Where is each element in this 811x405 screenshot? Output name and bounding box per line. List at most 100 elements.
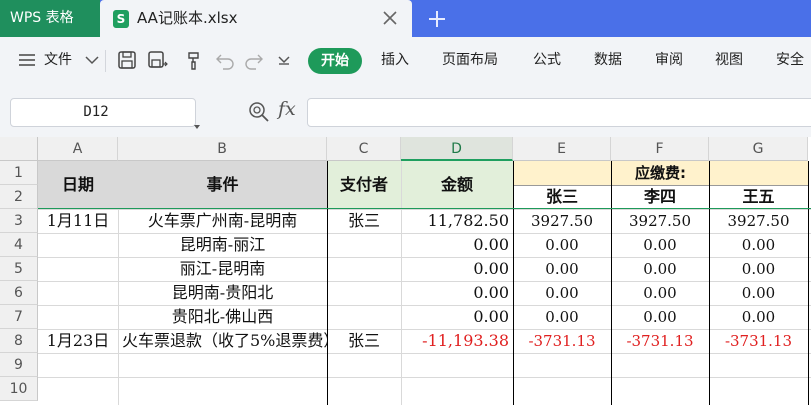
row-header-4[interactable]: 4 [0,233,38,257]
cell-date[interactable]: 1月23日 [38,329,118,353]
cell-event[interactable]: 丽江-昆明南 [118,257,327,281]
cell-payer[interactable] [327,281,401,305]
cell-share[interactable]: 0.00 [513,281,611,305]
tab-data[interactable]: 数据 [594,37,622,84]
column-header-d[interactable]: D [401,137,513,161]
name-box[interactable]: D12 [10,98,200,129]
header-amount: 金额 [440,175,473,194]
cell-share[interactable]: -3731.13 [513,329,611,353]
save-as-icon[interactable] [146,49,168,71]
cell-amount[interactable]: 0.00 [401,257,513,281]
toolbar-divider [105,50,106,72]
cell-date[interactable]: 1月11日 [38,209,118,233]
format-painter-icon[interactable] [184,49,206,71]
spreadsheet-grid[interactable]: ABCDEFG 1 2 3 4 5 6 7 8 9 10 日期 事件 支付者 金额 应缴费: 张三 李四 王五 1… [0,137,811,405]
cell-payer[interactable] [327,257,401,281]
cell-event[interactable]: 火车票广州南-昆明南 [118,209,327,233]
formula-input[interactable] [307,98,811,127]
tab-view[interactable]: 视图 [715,37,743,84]
file-menu[interactable]: 文件 [44,37,72,84]
cell-amount[interactable]: 0.00 [401,281,513,305]
cell-share[interactable]: 0.00 [513,233,611,257]
header-person: 张三 [545,187,578,206]
grid-hline [38,377,811,378]
cell-share[interactable]: 3927.50 [709,209,808,233]
cell-date[interactable] [38,257,118,281]
row-header-8[interactable]: 8 [0,329,38,353]
cell-event[interactable]: 贵阳北-佛山西 [118,305,327,329]
cell-share[interactable]: -3731.13 [709,329,808,353]
column-header-b[interactable]: B [118,137,327,161]
cell-share[interactable]: 0.00 [709,233,808,257]
redo-icon[interactable] [243,49,265,71]
row-header-6[interactable]: 6 [0,281,38,305]
tab-bar: WPS 表格 S AA记账本.xlsx [0,0,811,37]
grid-hline [38,353,811,354]
cell-event[interactable]: 火车票退款（收了5%退票费） [118,329,327,353]
column-header-e[interactable]: E [513,137,611,161]
close-icon[interactable] [380,8,400,28]
new-tab-plus-icon[interactable] [425,7,449,31]
cell-amount[interactable]: 11,782.50 [401,209,513,233]
name-box-dropdown-icon[interactable] [194,125,200,129]
cell-share[interactable]: 0.00 [513,305,611,329]
cell-share[interactable]: -3731.13 [611,329,709,353]
tab-insert[interactable]: 插入 [381,37,409,84]
tab-security[interactable]: 安全 [776,37,804,84]
cell-share[interactable]: 0.00 [709,281,808,305]
cell-share[interactable]: 0.00 [611,257,709,281]
cell-payer[interactable] [327,233,401,257]
cell-share[interactable]: 3927.50 [611,209,709,233]
ribbon-toolbar: 文件 开始 插入 页面布局 公式 数据 审阅 视图 安全 [0,37,811,84]
cell-share[interactable]: 3927.50 [513,209,611,233]
cell-date[interactable] [38,281,118,305]
cell-date[interactable] [38,305,118,329]
undo-icon[interactable] [214,49,236,71]
row-header-9[interactable]: 9 [0,353,38,377]
app-tab-label: WPS 表格 [10,10,74,26]
hamburger-menu-icon[interactable] [16,49,38,71]
cell-event[interactable]: 昆明南-丽江 [118,233,327,257]
row-header-3[interactable]: 3 [0,209,38,233]
cell-amount[interactable]: 0.00 [401,305,513,329]
chevron-down-icon[interactable] [81,49,103,71]
cell-payer[interactable]: 张三 [327,209,401,233]
tab-page-layout[interactable]: 页面布局 [442,37,498,84]
cell-amount[interactable]: -11,193.38 [401,329,513,353]
cell-share[interactable]: 0.00 [611,281,709,305]
column-header-f[interactable]: F [611,137,709,161]
row-header-2[interactable]: 2 [0,185,38,209]
header-due: 应缴费: [635,164,686,182]
document-tab-label: AA记账本.xlsx [137,9,238,27]
zoom-search-icon[interactable] [247,100,271,124]
function-icon[interactable]: fx [278,98,296,120]
row-header-5[interactable]: 5 [0,257,38,281]
cell-share[interactable]: 0.00 [513,257,611,281]
document-tab[interactable]: S AA记账本.xlsx [100,0,412,37]
column-header-a[interactable]: A [38,137,118,161]
tab-review[interactable]: 审阅 [655,37,683,84]
app-tab[interactable]: WPS 表格 [0,0,100,37]
row-header-7[interactable]: 7 [0,305,38,329]
cell-share[interactable]: 0.00 [611,233,709,257]
header-person: 李四 [643,187,676,206]
cell-share[interactable]: 0.00 [709,257,808,281]
column-header-c[interactable]: C [327,137,401,161]
cell-amount[interactable]: 0.00 [401,233,513,257]
cell-payer[interactable]: 张三 [327,329,401,353]
header-event: 事件 [206,175,239,194]
column-header-g[interactable]: G [709,137,808,161]
quick-access-dropdown-icon[interactable] [273,49,295,71]
cell-share[interactable]: 0.00 [611,305,709,329]
cell-date[interactable] [38,233,118,257]
cell-share[interactable]: 0.00 [709,305,808,329]
row-header-1[interactable]: 1 [0,161,38,185]
select-all-corner[interactable] [0,137,38,161]
tab-home[interactable]: 开始 [308,48,362,74]
row-header-10[interactable]: 10 [0,377,38,401]
tab-formulas[interactable]: 公式 [533,37,561,84]
save-icon[interactable] [116,49,138,71]
header-date: 日期 [61,175,94,194]
cell-payer[interactable] [327,305,401,329]
cell-event[interactable]: 昆明南-贵阳北 [118,281,327,305]
